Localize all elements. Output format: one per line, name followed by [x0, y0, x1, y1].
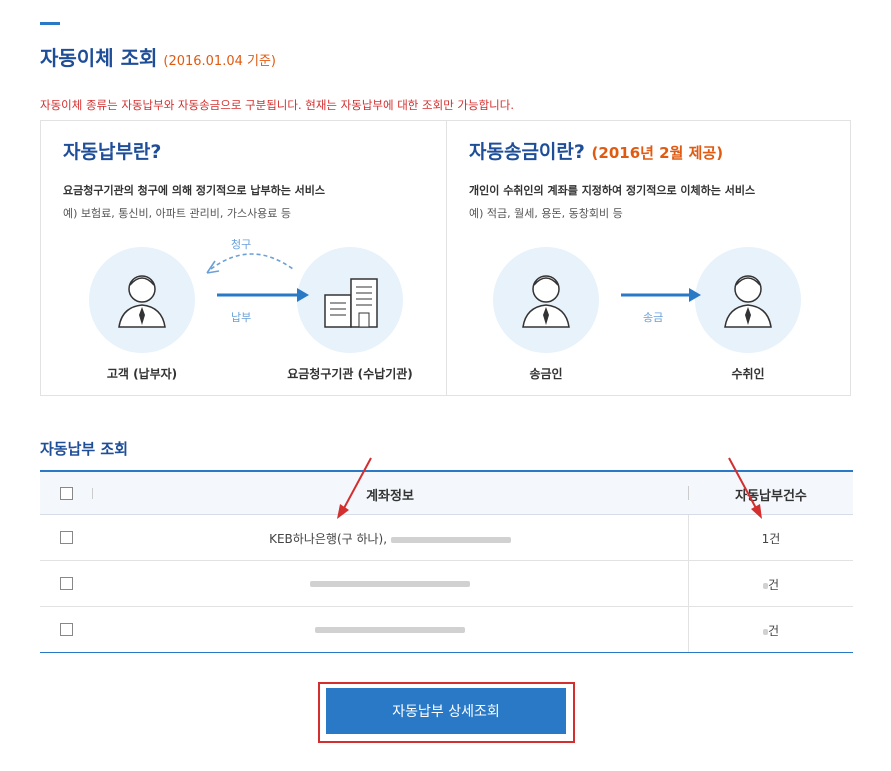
row-account: KEB하나은행(구 하나), [92, 530, 688, 547]
masked-account [390, 536, 511, 543]
claim-pay-arrows [206, 253, 309, 302]
person-icon [118, 275, 166, 328]
sender-caption: 송금인 [529, 367, 563, 381]
receiver-caption: 수취인 [731, 367, 765, 381]
row-checkbox[interactable] [60, 577, 73, 590]
claim-label: 청구 [231, 238, 252, 251]
auto-pay-title: 자동납부란? [63, 141, 162, 163]
auto-pay-example: 예) 보험료, 통신비, 아파트 관리비, 가스사용료 등 [63, 207, 292, 220]
masked-count [762, 628, 768, 635]
row-count: 건 [689, 576, 853, 593]
title-accent-bar [40, 22, 60, 25]
masked-count [762, 582, 768, 589]
auto-transfer-panel: 자동송금이란? (2016년 2월 제공) 개인이 수취인의 계좌를 지정하여 … [447, 121, 852, 395]
table-row[interactable]: 건 [40, 561, 853, 607]
person-icon [522, 275, 570, 328]
masked-account [310, 580, 470, 587]
row-account [92, 622, 688, 636]
row-checkbox[interactable] [60, 623, 73, 636]
header-count: 자동납부건수 [735, 489, 807, 504]
sender-circle [493, 247, 599, 353]
transfer-arrow [621, 288, 701, 302]
select-all-checkbox[interactable] [60, 487, 73, 500]
row-checkbox[interactable] [60, 531, 73, 544]
row-account [92, 576, 688, 590]
pay-label: 납부 [231, 311, 252, 324]
transfer-label: 송금 [643, 311, 664, 324]
table-row[interactable]: 건 [40, 607, 853, 653]
page-title-text: 자동이체 조회 [40, 46, 158, 70]
notice-text: 자동이체 종류는 자동납부와 자동송금으로 구분됩니다. 현재는 자동납부에 대… [40, 98, 514, 112]
institution-caption: 요금청구기관 (수납기관) [287, 367, 413, 381]
table-row[interactable]: KEB하나은행(구 하나), 1건 [40, 515, 853, 561]
auto-pay-desc: 요금청구기관의 청구에 의해 정기적으로 납부하는 서비스 [63, 184, 326, 197]
masked-account [315, 626, 465, 633]
auto-transfer-desc: 개인이 수취인의 계좌를 지정하여 정기적으로 이체하는 서비스 [469, 184, 756, 197]
header-account: 계좌정보 [366, 489, 414, 504]
page-title-date: (2016.01.04 기준) [163, 54, 277, 69]
row-count: 건 [689, 622, 853, 639]
auto-transfer-example: 예) 적금, 월세, 용돈, 동창회비 등 [469, 207, 623, 220]
auto-transfer-title: 자동송금이란? (2016년 2월 제공) [469, 141, 724, 163]
receiver-circle [695, 247, 801, 353]
table-header: 계좌정보 자동납부건수 [40, 470, 853, 515]
customer-circle [89, 247, 195, 353]
person-icon [724, 275, 772, 328]
customer-caption: 고객 (납부자) [106, 367, 178, 381]
page-title: 자동이체 조회 (2016.01.04 기준) [40, 42, 276, 71]
row-count: 1건 [761, 532, 781, 546]
inquiry-section-title: 자동납부 조회 [40, 440, 129, 458]
auto-pay-panel: 자동납부란? 요금청구기관의 청구에 의해 정기적으로 납부하는 서비스 예) … [41, 121, 446, 395]
info-box: 자동납부란? 요금청구기관의 청구에 의해 정기적으로 납부하는 서비스 예) … [40, 120, 851, 396]
detail-inquiry-button[interactable]: 자동납부 상세조회 [326, 688, 566, 734]
auto-pay-table: 계좌정보 자동납부건수 KEB하나은행(구 하나), 1건 건 건 [40, 470, 853, 653]
